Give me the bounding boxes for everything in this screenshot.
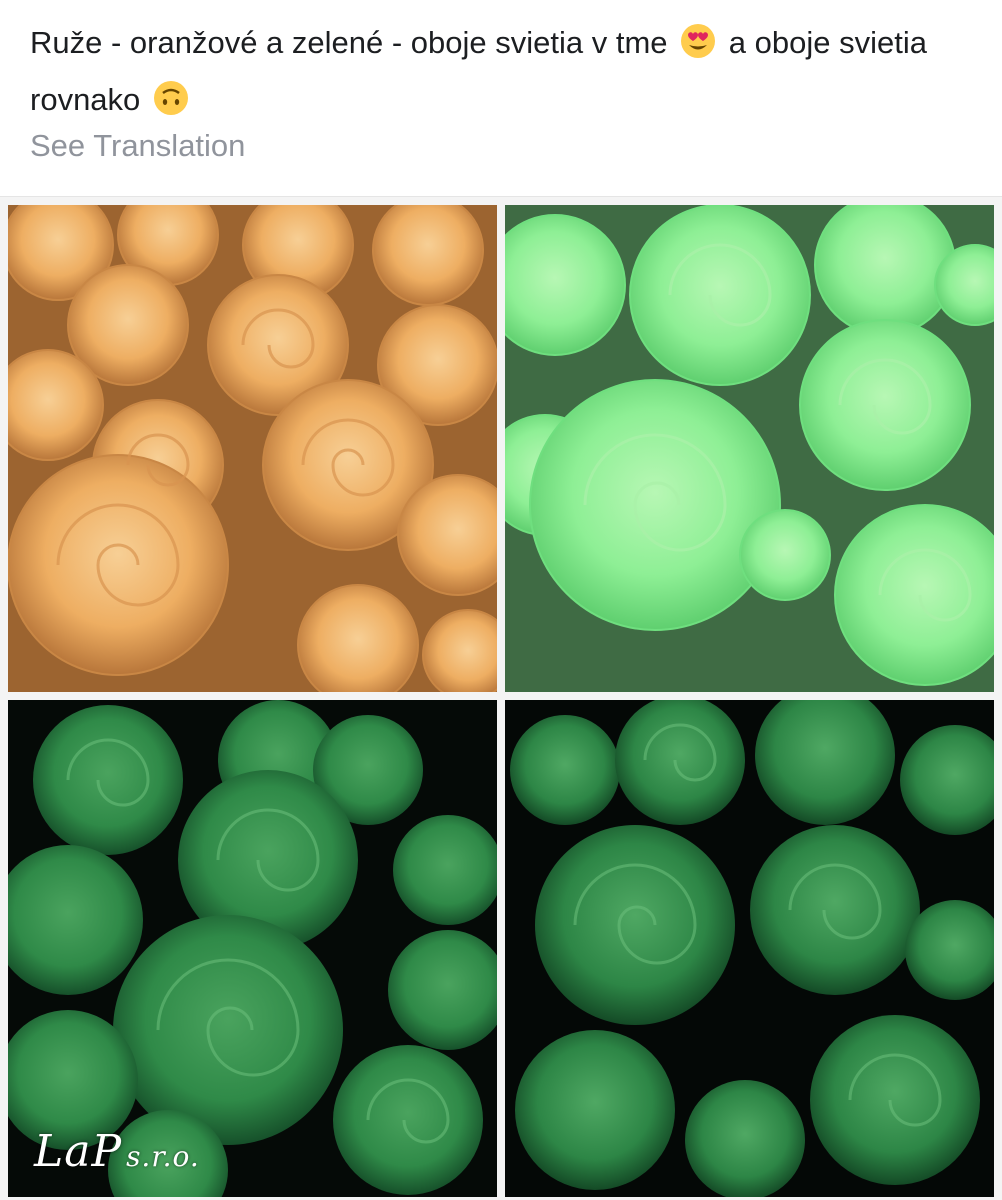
photo-orange-roses[interactable] [8, 205, 497, 692]
photo-glowing-roses-right[interactable] [505, 700, 994, 1197]
glowing-roses-image-right [505, 700, 994, 1197]
post-text: Ruže - oranžové a zelené - oboje svietia… [30, 14, 970, 128]
upside-down-face-icon [153, 81, 188, 115]
photo-glowing-roses-left[interactable]: LaP s.r.o. [8, 700, 497, 1197]
photo-light-green-roses[interactable] [505, 205, 994, 692]
photo-grid: LaP s.r.o. [0, 197, 1002, 1200]
light-green-roses-image [505, 205, 994, 692]
post-text-line-1: Ruže - oranžové a zelené - oboje svietia… [30, 25, 668, 60]
smiling-face-with-heart-eyes-icon [681, 24, 716, 58]
see-translation-link[interactable]: See Translation [30, 128, 245, 164]
glowing-roses-image-left [8, 700, 497, 1197]
watermark-logo: LaP s.r.o. [34, 1126, 200, 1177]
orange-roses-image [8, 205, 497, 692]
